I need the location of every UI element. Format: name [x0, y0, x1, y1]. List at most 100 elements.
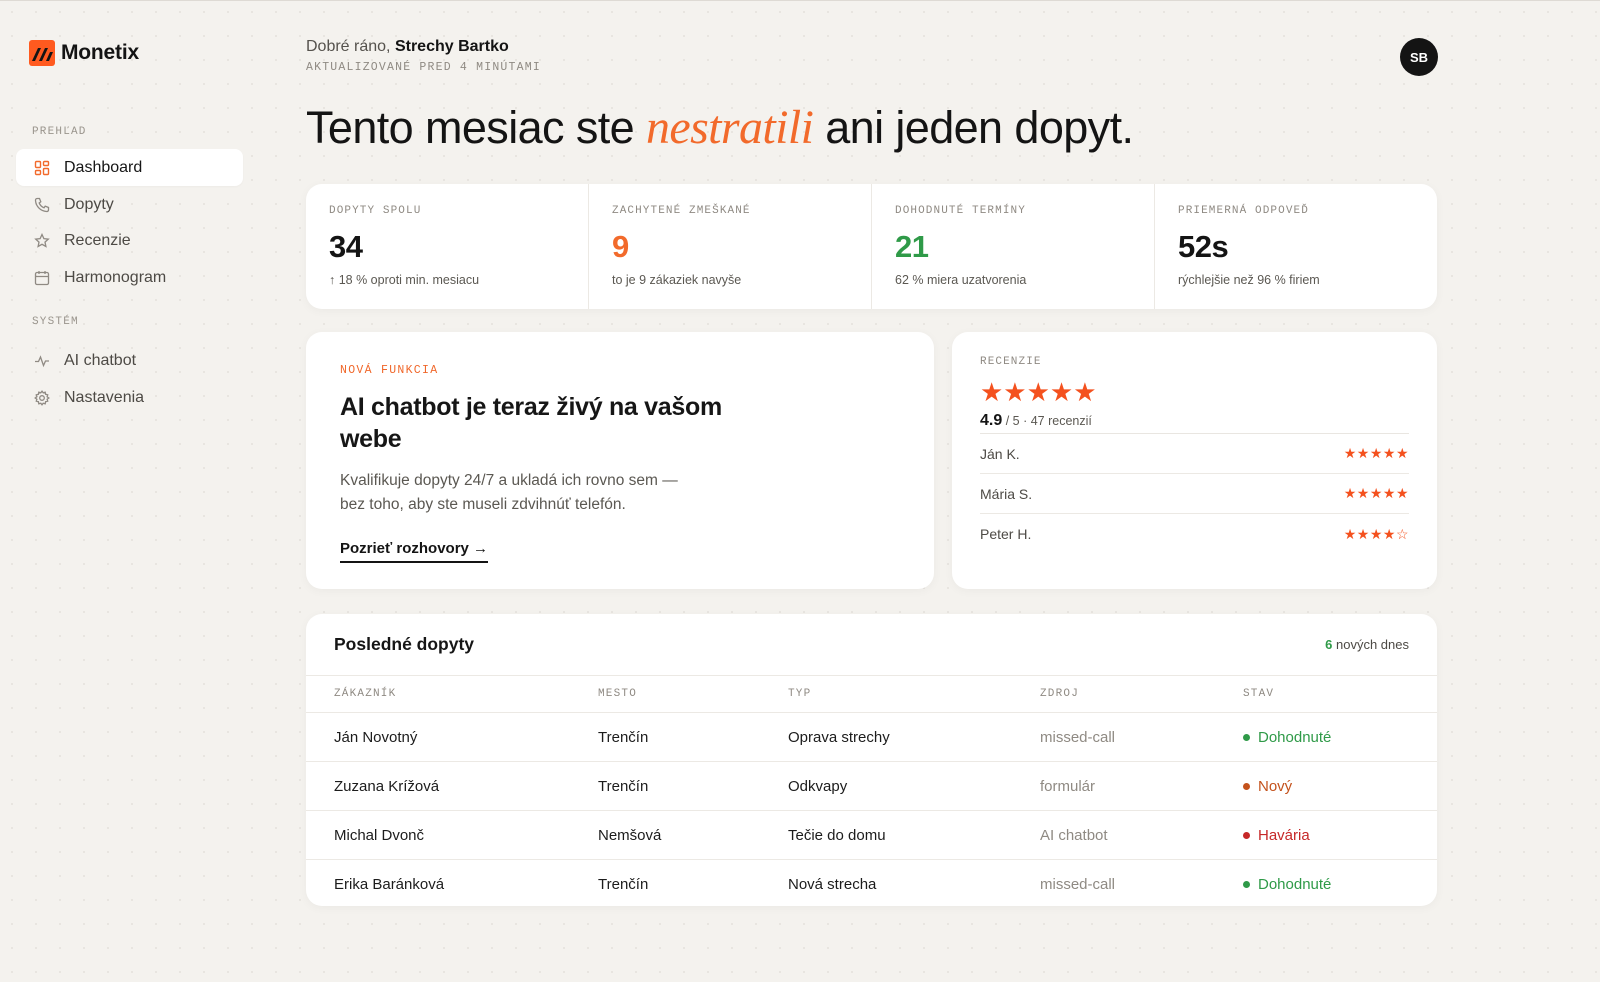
stat-value: 34 [329, 229, 363, 264]
new-today-badge: 6 nových dnes [1325, 637, 1409, 652]
stat-booked-appointments: DOHODNUTÉ TERMÍNY 21 62 % miera uzatvore… [872, 184, 1155, 309]
review-stars: ★★★★★ [1343, 445, 1409, 461]
status-label: Dohodnuté [1258, 728, 1332, 746]
rating-suffix: / 5 · 47 recenzií [1002, 414, 1092, 428]
cell-type: Odkvapy [788, 777, 848, 795]
sidebar: Monetix PREHĽAD Dashboard Dopyty Recenzi… [0, 0, 258, 982]
stat-label: ZACHYTENÉ ZMEŠKANÉ [612, 205, 751, 217]
sidebar-item-recenzie[interactable]: Recenzie [16, 222, 243, 259]
review-item[interactable]: Ján K. ★★★★★ [980, 434, 1409, 474]
greeting-prefix: Dobré ráno, [306, 38, 395, 55]
view-conversations-link[interactable]: Pozrieť rozhovory → [340, 540, 489, 563]
cell-source: formulár [1040, 777, 1096, 795]
table-row[interactable]: Erika Baránková Trenčín Nová strecha missed… [306, 860, 1437, 906]
cell-source: missed-call [1040, 728, 1116, 746]
table-row[interactable]: Ján Novotný Trenčín Oprava strechy missed-c… [306, 713, 1437, 762]
sidebar-item-label: Recenzie [64, 231, 131, 249]
logo-mark-icon [29, 40, 55, 66]
status-badge: Dohodnuté [1243, 876, 1423, 893]
review-stars: ★★★★☆ [1343, 525, 1409, 542]
status-label: Havária [1258, 826, 1310, 844]
headline-after: ani jeden dopyt. [813, 102, 1134, 153]
status-label: Nový [1258, 777, 1293, 795]
reviewer-name: Ján K. [980, 445, 1020, 462]
activity-icon [35, 354, 49, 367]
headline-emphasis: nestratili [645, 101, 814, 154]
stats-card: DOPYTY SPOLU 34 ↑ 18 % oproti min. mesia… [306, 184, 1437, 309]
cell-customer: Erika Baránková [334, 876, 445, 893]
stat-sub: ↑ 18 % oproti min. mesiacu [329, 273, 480, 287]
review-item[interactable]: Peter H. ★★★★☆ [980, 514, 1409, 554]
cell-type: Tečie do domu [788, 826, 886, 844]
rating-score: 4.9 [980, 412, 1003, 429]
cell-city: Trenčín [598, 876, 649, 893]
sidebar-item-nastavenia[interactable]: Nastavenia [16, 379, 243, 416]
stat-total-inquiries: DOPYTY SPOLU 34 ↑ 18 % oproti min. mesia… [306, 184, 589, 309]
last-updated: AKTUALIZOVANÉ PRED 4 MINÚTAMI [306, 61, 541, 74]
review-item[interactable]: Mária S. ★★★★★ [980, 474, 1409, 514]
cell-city: Nemšová [598, 826, 662, 844]
sidebar-item-dashboard[interactable]: Dashboard [16, 149, 243, 186]
calendar-icon [34, 270, 50, 285]
reviewer-name: Peter H. [980, 526, 1032, 542]
table-row[interactable]: Michal Dvonč Nemšová Tečie do domu AI chatb… [306, 811, 1437, 860]
sidebar-item-label: Dopyty [64, 195, 114, 213]
sidebar-item-label: AI chatbot [64, 351, 137, 369]
grid-icon [34, 160, 50, 175]
stat-label: PRIEMERNÁ ODPOVEĎ [1178, 205, 1309, 217]
stat-value: 52s [1178, 229, 1229, 264]
column-header-city: MESTO [598, 688, 638, 700]
column-header-type: TYP [788, 688, 812, 700]
cell-source: missed-call [1040, 876, 1116, 893]
status-badge: Havária [1243, 827, 1423, 844]
cell-type: Nová strecha [788, 876, 877, 893]
cell-customer: Michal Dvonč [334, 826, 425, 844]
gear-icon [34, 389, 50, 406]
column-header-status: STAV [1243, 688, 1275, 700]
feature-description: Kvalifikuje dopyty 24/7 a ukladá ich rov… [340, 472, 678, 513]
avatar[interactable]: SB [1400, 38, 1438, 76]
table-header: Posledné dopyty 6 nových dnes [306, 614, 1437, 676]
sidebar-item-label: Nastavenia [64, 388, 145, 406]
table-row[interactable]: Zuzana Krížová Trenčín Odkvapy formulár Nový [306, 762, 1437, 811]
logo[interactable]: Monetix [29, 40, 139, 66]
stat-value: 9 [612, 229, 629, 264]
stat-sub: to je 9 zákaziek navyše [612, 273, 742, 287]
sidebar-item-label: Harmonogram [64, 268, 167, 286]
status-badge: Nový [1243, 778, 1423, 795]
cell-customer: Ján Novotný [334, 728, 418, 746]
cell-type: Oprava strechy [788, 728, 890, 746]
brand-name: Monetix [61, 41, 139, 64]
stat-label: DOPYTY SPOLU [329, 205, 422, 217]
status-dot-icon [1243, 733, 1250, 741]
recent-inquiries-card: Posledné dopyty 6 nových dnes ZÁKAZNÍK M… [306, 614, 1437, 906]
status-badge: Dohodnuté [1243, 729, 1423, 746]
stat-label: DOHODNUTÉ TERMÍNY [895, 205, 1026, 217]
review-stars: ★★★★★ [1343, 485, 1409, 501]
stat-sub: rýchlejšie než 96 % firiem [1178, 273, 1320, 287]
column-header-source: ZDROJ [1040, 688, 1080, 700]
cell-city: Trenčín [598, 728, 649, 746]
sidebar-item-harmonogram[interactable]: Harmonogram [16, 259, 243, 296]
cell-source: AI chatbot [1040, 826, 1108, 844]
company-name: Strechy Bartko [394, 38, 509, 55]
nav-section-overview: PREHĽAD [32, 126, 87, 138]
stat-caught-missed: ZACHYTENÉ ZMEŠKANÉ 9 to je 9 zákaziek na… [589, 184, 872, 309]
stat-value: 21 [895, 229, 929, 264]
feature-announcement-card: NOVÁ FUNKCIA AI chatbot je teraz živý na… [306, 332, 934, 589]
reviews-label: RECENZIE [980, 356, 1042, 368]
stat-sub: 62 % miera uzatvorenia [895, 273, 1027, 287]
sidebar-item-ai-chatbot[interactable]: AI chatbot [16, 342, 243, 379]
rating-summary: 4.9 / 5 · 47 recenzií [980, 412, 1409, 434]
sidebar-item-dopyty[interactable]: Dopyty [16, 186, 243, 223]
sidebar-item-label: Dashboard [64, 158, 143, 176]
headline-before: Tento mesiac ste [306, 102, 646, 153]
cell-city: Trenčín [598, 777, 649, 795]
new-label: nových dnes [1332, 637, 1409, 652]
page-headline: Tento mesiac ste nestratili ani jeden do… [306, 100, 1134, 155]
table-column-headers: ZÁKAZNÍK MESTO TYP ZDROJ STAV [306, 676, 1437, 713]
feature-title: AI chatbot je teraz živý na vašom webe [340, 393, 722, 453]
status-dot-icon [1243, 831, 1250, 839]
phone-icon [34, 197, 50, 212]
cell-customer: Zuzana Krížová [334, 777, 440, 795]
